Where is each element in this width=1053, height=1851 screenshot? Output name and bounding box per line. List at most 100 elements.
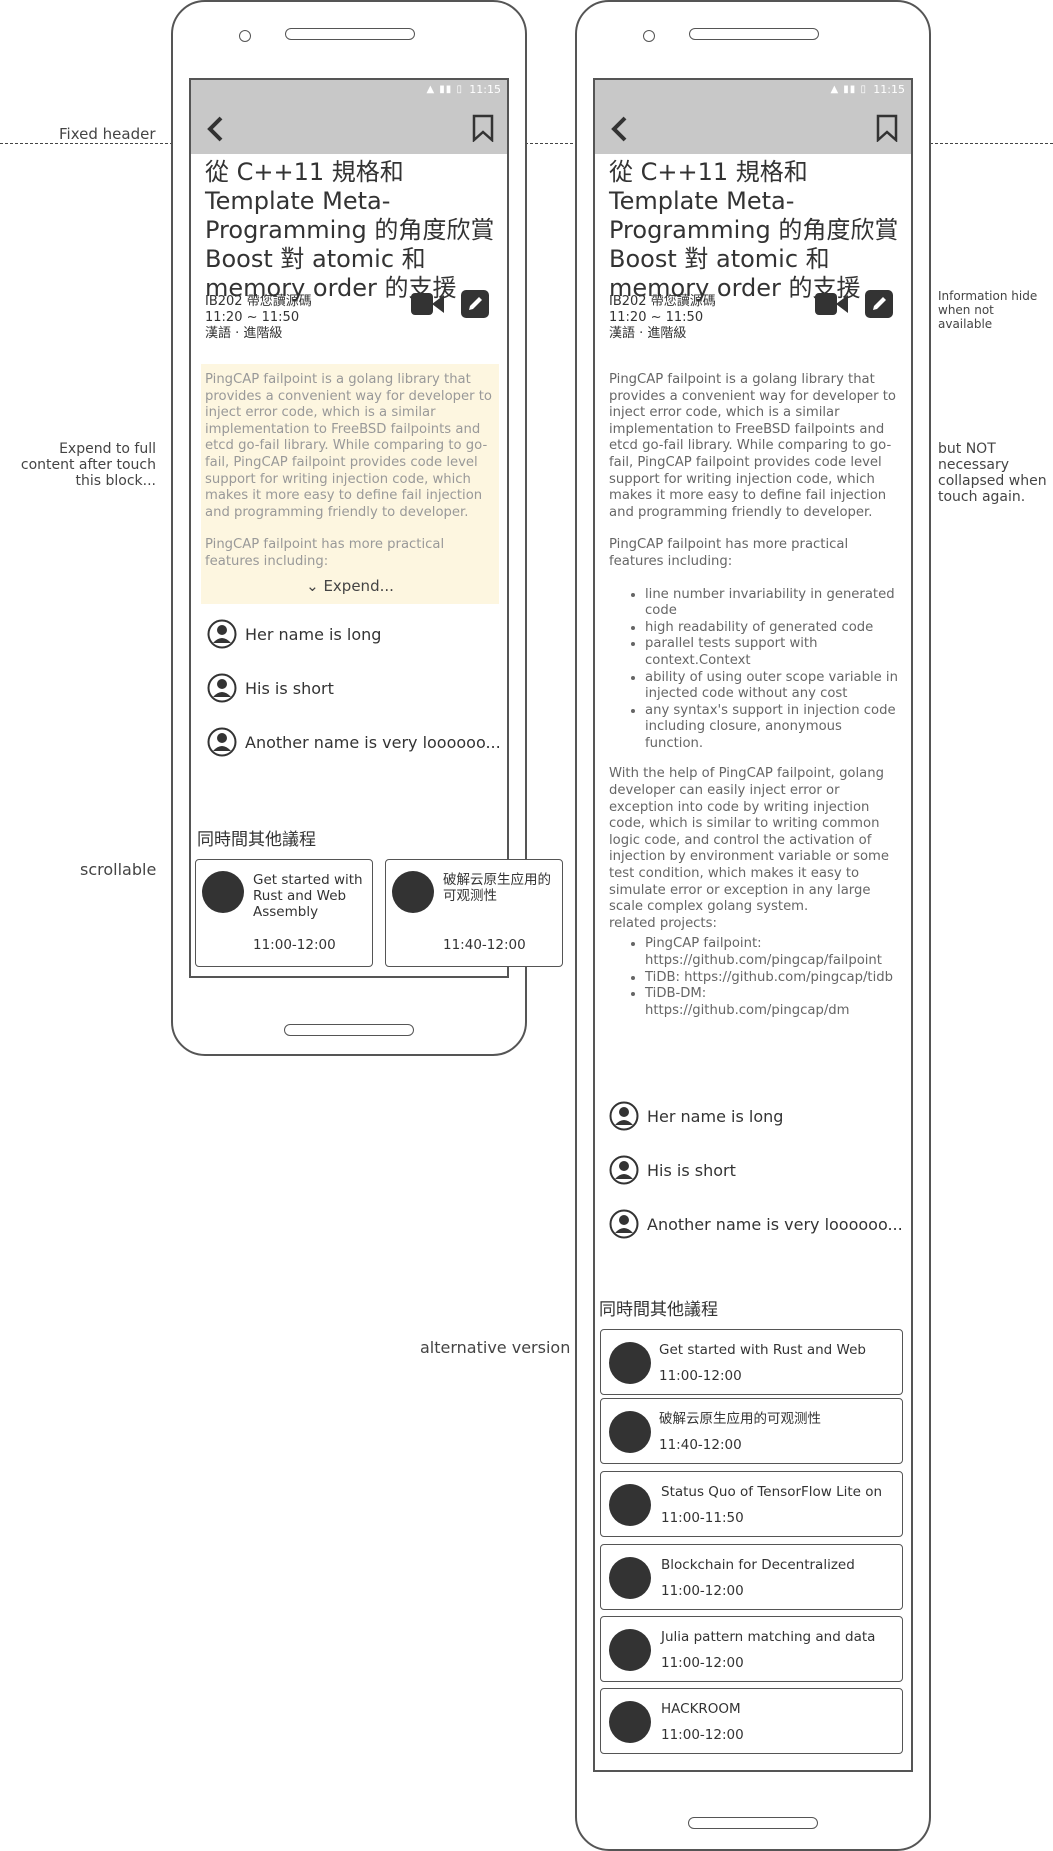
session-title: 從 C++11 規格和 Template Meta-Programming 的角… xyxy=(609,158,899,302)
speaker-item[interactable]: Her name is long xyxy=(207,619,381,649)
session-card-title: Get started with Rust and Web Assembly xyxy=(253,872,363,920)
session-card-title: 破解云原生应用的可观测性 xyxy=(443,872,551,904)
description-expanded[interactable]: PingCAP failpoint is a golang library th… xyxy=(609,372,901,1033)
session-room: IB202 帶您讀源碼 xyxy=(205,294,312,309)
session-card[interactable]: 破解云原生应用的可观测性 11:40-12:00 xyxy=(385,859,563,967)
note-scrollable: scrollable xyxy=(80,860,157,879)
session-card-title: Julia pattern matching and data xyxy=(661,1629,876,1645)
session-thumbnail xyxy=(609,1484,651,1526)
speaker-name: Her name is long xyxy=(245,624,382,644)
speaker-name: His is short xyxy=(245,678,334,698)
description-p2: PingCAP failpoint has more practical fea… xyxy=(205,537,445,569)
list-item: high readability of generated code xyxy=(645,620,901,637)
chevron-down-icon: ⌄ xyxy=(306,577,319,595)
other-sessions-title: 同時間其他議程 xyxy=(197,830,316,850)
home-bar xyxy=(688,1817,818,1829)
list-item[interactable]: TiDB-DM: https://github.com/pingcap/dm xyxy=(645,986,901,1019)
session-language-level: 漢語 · 進階級 xyxy=(205,326,283,341)
list-item: ability of using outer scope variable in… xyxy=(645,670,901,703)
bookmark-icon[interactable] xyxy=(471,114,495,142)
speaker-name: Another name is very loooooo... xyxy=(245,732,501,752)
session-card-time: 11:00-12:00 xyxy=(253,937,336,953)
back-icon[interactable] xyxy=(203,114,229,144)
note-fixed-header: Fixed header xyxy=(59,125,156,143)
description-p1: PingCAP failpoint is a golang library th… xyxy=(609,372,896,520)
status-time: 11:15 xyxy=(469,83,501,96)
expand-label: Expend... xyxy=(323,577,394,595)
related-projects-label: related projects: xyxy=(609,915,717,931)
video-icon[interactable] xyxy=(411,291,445,317)
speaker-item[interactable]: Her name is long xyxy=(609,1101,783,1131)
speaker-name: Another name is very loooooo... xyxy=(647,1214,903,1234)
session-card[interactable]: Get started with Rust and Web Assembly 1… xyxy=(195,859,373,967)
signal-icon: ▲ ▮▮ ▯ xyxy=(830,84,867,95)
session-card-title: HACKROOM xyxy=(661,1701,741,1717)
expand-button[interactable]: ⌄ Expend... xyxy=(201,568,499,604)
speaker-name: Her name is long xyxy=(647,1106,784,1126)
session-card-time: 11:00-11:50 xyxy=(661,1510,744,1526)
session-thumbnail xyxy=(609,1701,651,1743)
speaker-item[interactable]: His is short xyxy=(207,673,334,703)
session-card[interactable]: HACKROOM 11:00-12:00 xyxy=(600,1688,903,1754)
description-collapsed[interactable]: PingCAP failpoint is a golang library th… xyxy=(201,364,499,604)
status-time: 11:15 xyxy=(873,83,905,96)
screen-right[interactable]: ▲ ▮▮ ▯ 11:15 從 C++11 規格和 Template Meta-P… xyxy=(593,78,913,1772)
session-card[interactable]: Blockchain for Decentralized 11:00-12:00 xyxy=(600,1544,903,1610)
session-card-title: Status Quo of TensorFlow Lite on xyxy=(661,1484,883,1500)
avatar-icon xyxy=(609,1101,639,1131)
list-item: line number invariability in generated c… xyxy=(645,587,901,620)
app-bar xyxy=(191,102,507,154)
session-card-title: Get started with Rust and Web xyxy=(659,1342,866,1358)
note-alt-version: alternative version xyxy=(420,1338,571,1357)
session-thumbnail xyxy=(609,1411,651,1453)
speaker-name: His is short xyxy=(647,1160,736,1180)
session-card-time: 11:00-12:00 xyxy=(659,1368,742,1384)
session-card[interactable]: Status Quo of TensorFlow Lite on 11:00-1… xyxy=(600,1471,903,1537)
bookmark-icon[interactable] xyxy=(875,114,899,142)
camera xyxy=(643,30,655,42)
avatar-icon xyxy=(609,1209,639,1239)
session-card[interactable]: Get started with Rust and Web 11:00-12:0… xyxy=(600,1329,903,1395)
screen-left[interactable]: ▲ ▮▮ ▯ 11:15 從 C++11 規格和 Template Meta-P… xyxy=(189,78,509,978)
status-bar: ▲ ▮▮ ▯ 11:15 xyxy=(191,80,507,102)
session-meta: IB202 帶您讀源碼 11:20 ~ 11:50 漢語 · 進階級 xyxy=(205,294,312,342)
video-icon[interactable] xyxy=(815,291,849,317)
session-time: 11:20 ~ 11:50 xyxy=(609,310,704,325)
speaker-item[interactable]: Another name is very loooooo... xyxy=(609,1209,903,1239)
features-list: line number invariability in generated c… xyxy=(609,587,901,753)
list-item[interactable]: PingCAP failpoint: https://github.com/pi… xyxy=(645,936,901,969)
avatar-icon xyxy=(609,1155,639,1185)
speaker-item[interactable]: Another name is very loooooo... xyxy=(207,727,501,757)
session-thumbnail xyxy=(202,871,244,913)
speaker-grill xyxy=(689,28,819,40)
session-card-time: 11:00-12:00 xyxy=(661,1583,744,1599)
session-card-time: 11:40-12:00 xyxy=(443,937,526,953)
session-title: 從 C++11 規格和 Template Meta-Programming 的角… xyxy=(205,158,495,302)
edit-icon[interactable] xyxy=(461,290,489,318)
session-language-level: 漢語 · 進階級 xyxy=(609,326,687,341)
session-card-time: 11:40-12:00 xyxy=(659,1437,742,1453)
camera xyxy=(239,30,251,42)
description-text: PingCAP failpoint is a golang library th… xyxy=(205,372,495,587)
list-item: parallel tests support with context.Cont… xyxy=(645,636,901,669)
description-p2: PingCAP failpoint has more practical fea… xyxy=(609,537,849,569)
session-card-time: 11:00-12:00 xyxy=(661,1655,744,1671)
session-meta: IB202 帶您讀源碼 11:20 ~ 11:50 漢語 · 進階級 xyxy=(609,294,716,342)
projects-list: PingCAP failpoint: https://github.com/pi… xyxy=(609,936,901,1019)
edit-icon[interactable] xyxy=(865,290,893,318)
speaker-item[interactable]: His is short xyxy=(609,1155,736,1185)
avatar-icon xyxy=(207,673,237,703)
session-room: IB202 帶您讀源碼 xyxy=(609,294,716,309)
session-thumbnail xyxy=(609,1342,651,1384)
session-card[interactable]: Julia pattern matching and data 11:00-12… xyxy=(600,1616,903,1682)
back-icon[interactable] xyxy=(607,114,633,144)
list-item[interactable]: TiDB: https://github.com/pingcap/tidb xyxy=(645,970,901,987)
status-bar: ▲ ▮▮ ▯ 11:15 xyxy=(595,80,911,102)
session-card[interactable]: 破解云原生应用的可观测性 11:40-12:00 xyxy=(600,1398,903,1464)
avatar-icon xyxy=(207,727,237,757)
session-thumbnail xyxy=(392,871,434,913)
session-thumbnail xyxy=(609,1557,651,1599)
description-p3: With the help of PingCAP failpoint, gola… xyxy=(609,766,890,915)
note-expand: Expend to full content after touch this … xyxy=(20,441,156,489)
session-card-title: Blockchain for Decentralized xyxy=(661,1557,855,1573)
